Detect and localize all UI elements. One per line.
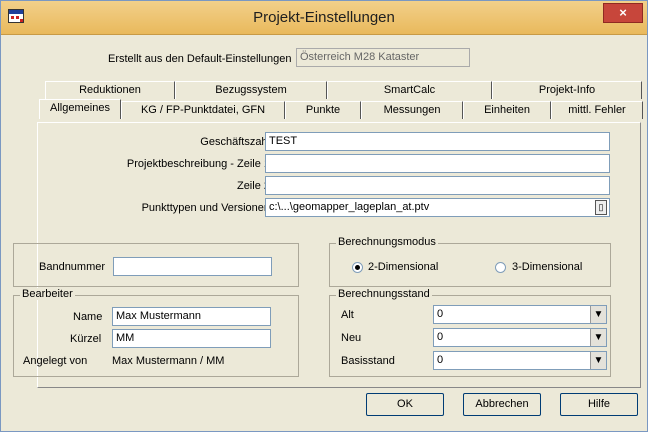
help-button[interactable]: Hilfe [560,393,638,416]
angelegt-label: Angelegt von [23,355,88,367]
bearbeiter-title: Bearbeiter [20,288,75,300]
tab-smartcalc[interactable]: SmartCalc [327,81,492,99]
name-input[interactable]: Max Mustermann [112,307,271,326]
beschreibung1-label: Projektbeschreibung - Zeile 1 [126,158,270,170]
tab-kg-fp-punktdatei[interactable]: KG / FP-Punktdatei, GFN [121,101,285,119]
radio-2d-label[interactable]: 2-Dimensional [368,261,438,273]
punkttypen-input[interactable]: c:\...\geomapper_lageplan_at.ptv ▯ [265,198,610,217]
tab-bezugssystem[interactable]: Bezugssystem [175,81,327,99]
title-bar[interactable]: Projekt-Einstellungen × [1,1,647,35]
tab-panel-allgemeines: Geschäftszahl TEST Projektbeschreibung -… [13,122,641,388]
chevron-down-icon[interactable]: ▼ [590,329,606,346]
geschaeftszahl-input[interactable]: TEST [265,132,610,151]
tab-einheiten[interactable]: Einheiten [463,101,551,119]
bearbeiter-group: Bearbeiter Name Max Mustermann Kürzel MM… [13,288,299,377]
basisstand-value: 0 [437,354,444,366]
browse-file-icon[interactable]: ▯ [595,200,607,215]
neu-select[interactable]: 0 ▼ [433,328,607,347]
berechnungsstand-title: Berechnungsstand [336,288,432,300]
tab-projekt-info[interactable]: Projekt-Info [492,81,642,99]
ok-button[interactable]: OK [366,393,444,416]
radio-3d[interactable] [495,262,506,273]
bandnummer-label: Bandnummer [39,261,106,273]
tab-row-back: Reduktionen Bezugssystem SmartCalc Proje… [45,81,645,99]
alt-select[interactable]: 0 ▼ [433,305,607,324]
tab-punkte[interactable]: Punkte [285,101,361,119]
radio-3d-label[interactable]: 3-Dimensional [512,261,582,273]
punkttypen-value: c:\...\geomapper_lageplan_at.ptv [269,201,430,213]
berechnungsmodus-title: Berechnungsmodus [336,236,438,248]
dialog-window: Projekt-Einstellungen × Erstellt aus den… [0,0,648,432]
chevron-down-icon[interactable]: ▼ [590,352,606,369]
punkttypen-label: Punkttypen und Versionen [141,202,270,214]
alt-value: 0 [437,308,444,320]
zeile2-input[interactable] [265,176,610,195]
default-settings-label: Erstellt aus den Default-Einstellungen [108,53,292,65]
bandnummer-input[interactable] [113,257,272,276]
neu-label: Neu [341,332,362,344]
chevron-down-icon[interactable]: ▼ [590,306,606,323]
tab-mittl-fehler[interactable]: mittl. Fehler [551,101,643,119]
name-label: Name [73,311,103,323]
radio-2d[interactable] [352,262,363,273]
tab-allgemeines[interactable]: Allgemeines [39,99,121,119]
beschreibung1-input[interactable] [265,154,610,173]
basisstand-select[interactable]: 0 ▼ [433,351,607,370]
cancel-button[interactable]: Abbrechen [463,393,541,416]
window-title: Projekt-Einstellungen [253,9,395,26]
alt-label: Alt [341,309,354,321]
dialog-client: Erstellt aus den Default-Einstellungen Ö… [7,36,643,427]
kuerzel-input[interactable]: MM [112,329,271,348]
band-group: Bandnummer [13,243,299,287]
neu-value: 0 [437,331,444,343]
kuerzel-label: Kürzel [70,333,102,345]
angelegt-value: Max Mustermann / MM [112,355,225,367]
geschaeftszahl-label: Geschäftszahl [200,136,270,148]
close-button[interactable]: × [603,3,643,23]
basisstand-label: Basisstand [341,355,395,367]
default-settings-field: Österreich M28 Kataster [296,48,470,67]
tab-reduktionen[interactable]: Reduktionen [45,81,175,99]
tab-messungen[interactable]: Messungen [361,101,463,119]
berechnungsmodus-group: Berechnungsmodus 2-Dimensional 3-Dimensi… [329,236,611,287]
berechnungsstand-group: Berechnungsstand Alt 0 ▼ Neu 0 ▼ Basisst… [329,288,611,377]
tab-row-front: Allgemeines KG / FP-Punktdatei, GFN Punk… [39,99,643,119]
